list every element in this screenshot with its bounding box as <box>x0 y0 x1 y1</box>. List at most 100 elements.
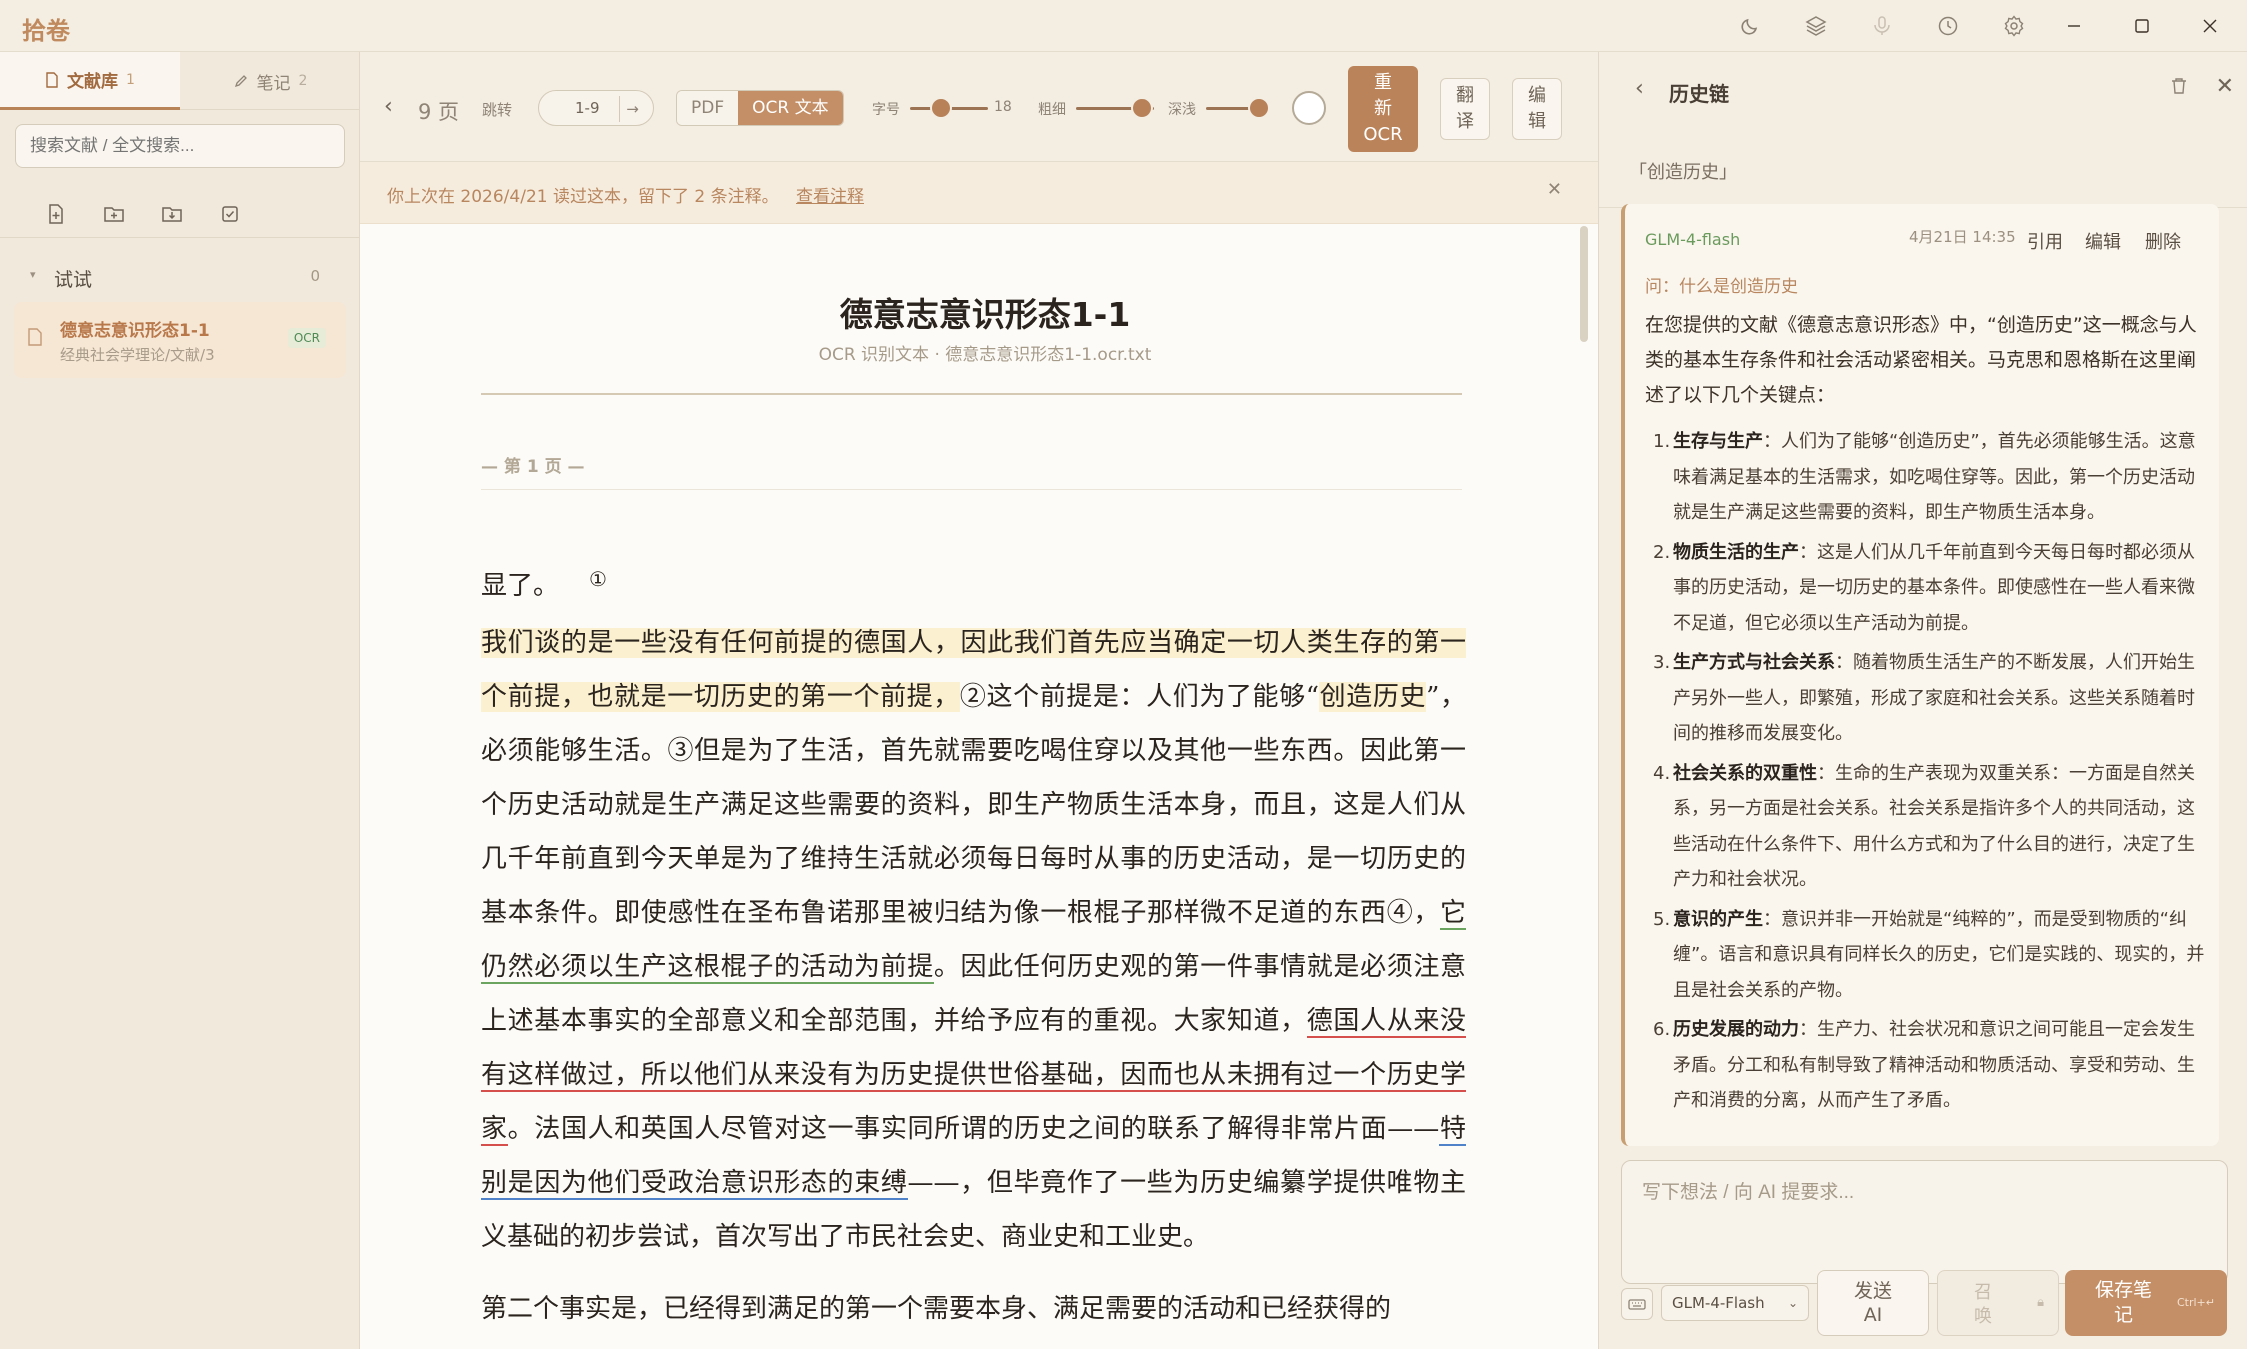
send-label-line1: 发送 <box>1853 1280 1892 1302</box>
search-input[interactable] <box>15 124 345 168</box>
translate-button[interactable]: 翻 译 <box>1440 78 1490 140</box>
history-chain-panel: ‹ 历史链 ✕ 「创造历史」 GLM-4-flash 4月21日 14:35 引… <box>1598 52 2247 1349</box>
footnote-mark[interactable]: ① <box>589 567 607 591</box>
text-span: 。法国人和英国人尽管对这一事实同所谓的历史之间的联系了解得非常片面—— <box>507 1114 1440 1144</box>
save-shortcut: Ctrl+↵ <box>2176 1296 2215 1309</box>
paragraph-0: 显了。 ① <box>481 552 1466 613</box>
list-number: 5. <box>1653 908 1671 930</box>
view-ocr-button[interactable]: OCR 文本 <box>738 91 843 125</box>
microphone-icon[interactable] <box>1866 10 1898 42</box>
list-heading: 生产方式与社会关系 <box>1673 652 1835 673</box>
reader-toolbar: ‹ 9 页 跳转 1-9 → PDF OCR 文本 字号 18 粗细 深浅 重 … <box>360 52 1598 162</box>
weight-label: 粗细 <box>1038 102 1066 118</box>
toolbar-back-icon[interactable]: ‹ <box>384 94 393 119</box>
moon-icon[interactable] <box>1734 10 1766 42</box>
page-divider <box>481 489 1462 490</box>
context-text: 「创造历史」 <box>1629 162 1737 183</box>
font-size-slider-knob[interactable] <box>930 97 953 119</box>
maximize-icon[interactable] <box>2122 8 2162 44</box>
answer-intro: 在您提供的文献《德意志意识形态》中，“创造历史”这一概念与人类的基本生存条件和社… <box>1645 314 2197 406</box>
answer-list: 1. 生存与生产：人们为了能够“创造历史”，首先必须能够生活。这意味着满足基本的生… <box>1645 424 2211 1123</box>
sidebar-actions <box>0 188 360 238</box>
last-read-notice: 你上次在 2026/4/21 读过这本，留下了 2 条注释。 查看注释 ✕ <box>360 162 1598 224</box>
theme-toggle[interactable] <box>1292 91 1326 125</box>
save-note-button[interactable]: 保存笔 记 Ctrl+↵ <box>2065 1270 2227 1336</box>
panel-header: ‹ 历史链 ✕ <box>1599 52 2247 132</box>
add-folder-icon[interactable] <box>96 196 132 232</box>
notice-close-icon[interactable]: ✕ <box>1547 179 1562 200</box>
keyboard-icon[interactable] <box>1621 1288 1653 1320</box>
save-label-line1: 保存笔 <box>2095 1279 2153 1301</box>
re-ocr-label-line1: 重 <box>1374 72 1392 93</box>
list-number: 6. <box>1653 1019 1671 1040</box>
translate-label-line2: 译 <box>1456 111 1474 132</box>
list-item: 1. 生存与生产：人们为了能够“创造历史”，首先必须能够生活。这意味着满足基本的生… <box>1645 424 2211 531</box>
tab-library-count: 1 <box>126 71 135 88</box>
reader-content: 德意志意识形态1-1 OCR 识别文本 · 德意志意识形态1-1.ocr.txt… <box>360 224 1598 1349</box>
settings-gear-icon[interactable] <box>1998 10 2030 42</box>
arrow-right-icon[interactable]: → <box>619 96 645 122</box>
chevron-left-icon[interactable]: ‹ <box>1635 76 1644 101</box>
list-item: 5. 意识的产生：意识并非一开始就是“纯粹的”，而是受到物质的“纠缠”。语言和意识… <box>1645 902 2211 1009</box>
model-select[interactable]: GLM-4-Flash ⌄ <box>1661 1285 1809 1321</box>
save-label: 保存笔 记 <box>2095 1278 2152 1328</box>
pencil-icon <box>234 75 247 88</box>
document-icon <box>46 71 58 88</box>
list-number: 4. <box>1653 762 1671 784</box>
model-select-value: GLM-4-Flash <box>1672 1294 1765 1312</box>
page-range-value: 1-9 <box>575 99 600 117</box>
document-list-item[interactable]: 德意志意识形态1-1 经典社会学理论/文献/3 OCR <box>14 302 346 378</box>
edit-button[interactable]: 编 辑 <box>1512 78 1562 140</box>
sidebar: 文献库 1 笔记 2 ▾ 试试 0 德意志意识形态1-1 经典社会学理论/文献/… <box>0 52 360 1349</box>
page-count: 9 页 <box>418 100 460 124</box>
list-heading: 意识的产生 <box>1673 908 1763 930</box>
list-item: 2. 物质生活的生产：这是人们从几千年前直到今天每日每时都必须从事的历史活动，是一… <box>1645 535 2211 642</box>
folder-item[interactable]: ▾ 试试 0 <box>0 252 360 300</box>
list-heading: 生存与生产 <box>1673 431 1763 452</box>
list-item: 6. 历史发展的动力：生产力、社会状况和意识之间可能且一定会发生矛盾。分工和私有制… <box>1645 1012 2211 1119</box>
layers-icon[interactable] <box>1800 10 1832 42</box>
chevron-down-icon: ⌄ <box>1787 1296 1798 1310</box>
edit-note-button[interactable]: 编辑 <box>2085 228 2121 254</box>
paragraph-2: 第二个事实是，已经得到满足的第一个需要本身、满足需要的活动和已经获得的 <box>481 1294 1392 1324</box>
edit-label-line2: 辑 <box>1528 111 1546 132</box>
page-jump-input[interactable]: 1-9 → <box>538 90 654 126</box>
folder-name: 试试 <box>54 269 93 291</box>
trash-icon[interactable] <box>2170 76 2188 100</box>
weight-slider-knob[interactable] <box>1131 97 1154 119</box>
list-heading: 历史发展的动力 <box>1673 1019 1799 1040</box>
re-ocr-label-line2: 新 <box>1374 98 1392 119</box>
delete-button[interactable]: 删除 <box>2145 228 2181 254</box>
list-heading: 物质生活的生产 <box>1673 541 1799 563</box>
send-ai-button[interactable]: 发送 AI <box>1817 1270 1929 1336</box>
paragraph-1: 我们谈的是一些没有任何前提的德国人，因此我们首先应当确定一切人类生存的第一个前提… <box>481 616 1466 1264</box>
font-size-value: 18 <box>994 99 1012 115</box>
main-area: ‹ 9 页 跳转 1-9 → PDF OCR 文本 字号 18 粗细 深浅 重 … <box>360 52 1598 1349</box>
tab-notes[interactable]: 笔记 2 <box>180 52 360 110</box>
minimize-icon[interactable] <box>2054 8 2094 44</box>
view-pdf-button[interactable]: PDF <box>677 91 739 125</box>
title-bar: 拾卷 <box>0 0 2247 52</box>
summon-button[interactable]: 召 唤 🔒︎ <box>1937 1270 2059 1336</box>
tab-notes-count: 2 <box>298 73 308 89</box>
view-annotations-link[interactable]: 查看注释 <box>796 182 864 207</box>
document-title: 德意志意识形态1-1 <box>60 321 210 341</box>
re-ocr-label-line3: OCR <box>1363 124 1403 145</box>
list-heading: 社会关系的双重性 <box>1673 762 1817 784</box>
close-icon[interactable]: ✕ <box>2216 74 2234 99</box>
add-file-icon[interactable] <box>38 196 74 232</box>
tab-notes-label: 笔记 <box>256 73 291 94</box>
lock-icon: 🔒︎ <box>2037 1295 2044 1310</box>
close-window-icon[interactable] <box>2190 8 2230 44</box>
history-icon[interactable] <box>1932 10 1964 42</box>
panel-title: 历史链 <box>1669 82 1729 106</box>
select-checkbox-icon[interactable] <box>212 196 248 232</box>
list-number: 1. <box>1653 431 1671 452</box>
shade-slider-knob[interactable] <box>1247 97 1270 119</box>
tab-library[interactable]: 文献库 1 <box>0 52 180 110</box>
import-folder-icon[interactable] <box>154 196 190 232</box>
edit-label-line1: 编 <box>1528 85 1546 106</box>
quote-button[interactable]: 引用 <box>2027 228 2063 254</box>
re-ocr-button[interactable]: 重 新 OCR <box>1348 66 1418 152</box>
highlight-creating-history[interactable]: 创造历史 <box>1319 682 1427 712</box>
